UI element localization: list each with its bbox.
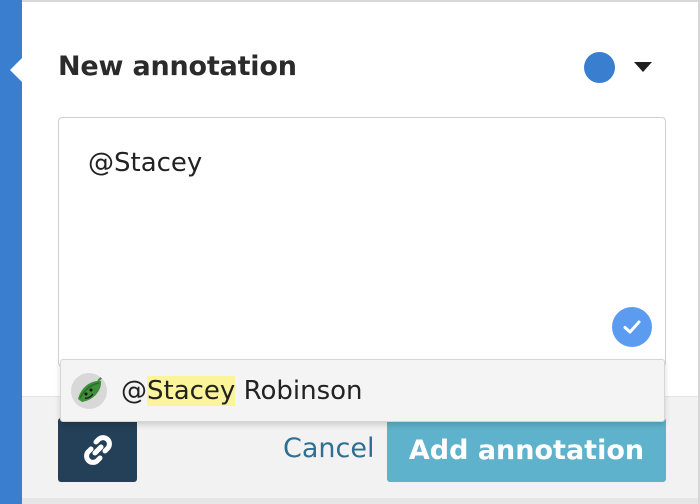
mention-rest: Robinson (235, 376, 363, 406)
check-icon-glyph (623, 320, 641, 334)
annotation-textarea[interactable]: @Stacey (58, 117, 666, 367)
pea-pod-avatar-icon (71, 373, 107, 409)
annotation-panel: New annotation @Stacey Cancel Add annota… (0, 0, 700, 504)
color-picker-swatch[interactable] (584, 52, 615, 83)
annotation-text-value: @Stacey (88, 148, 203, 178)
cancel-button[interactable]: Cancel (283, 433, 374, 464)
chevron-down-icon[interactable] (634, 62, 652, 72)
link-button[interactable] (58, 418, 137, 482)
mention-suggestion[interactable]: @Stacey Robinson (60, 359, 665, 422)
mention-text: @Stacey Robinson (121, 376, 363, 406)
link-icon (83, 435, 112, 465)
bottom-divider (22, 498, 698, 504)
avatar (71, 373, 107, 409)
top-divider (0, 0, 700, 2)
accent-notch (10, 58, 22, 82)
add-annotation-button[interactable]: Add annotation (387, 418, 666, 482)
check-icon[interactable] (612, 307, 652, 347)
mention-prefix: @ (121, 376, 147, 406)
panel-title: New annotation (58, 51, 297, 82)
mention-match-highlight: Stacey (147, 376, 236, 406)
